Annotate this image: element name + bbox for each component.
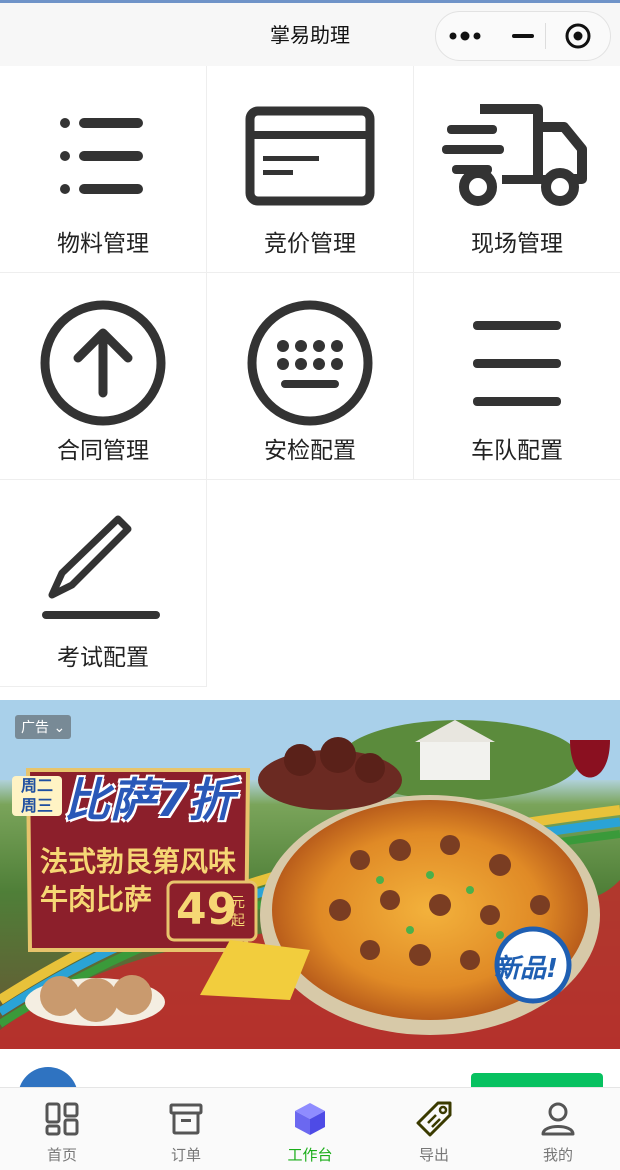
mini-program-capsule <box>435 11 611 61</box>
ad-new-badge: 新品! <box>494 954 558 984</box>
tab-home[interactable]: 首页 <box>0 1088 124 1170</box>
close-button[interactable] <box>546 12 610 60</box>
archive-box-icon <box>169 1103 203 1135</box>
target-icon <box>565 23 591 49</box>
arrow-up-circle-icon <box>40 300 166 426</box>
menu-icon <box>473 321 561 406</box>
keyboard-icon <box>247 300 373 426</box>
minimize-icon <box>511 34 534 38</box>
more-button[interactable] <box>436 12 545 60</box>
grid-item-label: 车队配置 <box>471 438 563 464</box>
grid-item-label: 物料管理 <box>57 231 149 257</box>
grid-item-label: 合同管理 <box>57 438 149 464</box>
tab-label: 我的 <box>542 1146 573 1164</box>
tab-label: 首页 <box>46 1146 77 1164</box>
ad-tag[interactable]: 广告 ⌄ <box>15 715 72 739</box>
tab-mine[interactable]: 我的 <box>496 1088 620 1170</box>
grid-item-bidding[interactable]: 竞价管理 <box>207 66 414 273</box>
more-dots-icon <box>449 31 480 41</box>
top-navigation-bar: 掌易助理 <box>0 0 620 66</box>
grid-item-label: 安检配置 <box>264 438 356 464</box>
promo-days: 周二 周三 <box>12 776 62 816</box>
tab-workbench[interactable]: 工作台 <box>248 1088 372 1170</box>
ad-headline: 比萨7折 <box>64 773 235 827</box>
user-icon <box>541 1102 575 1136</box>
card-icon <box>245 106 375 206</box>
list-icon <box>60 118 143 194</box>
grid-item-material[interactable]: 物料管理 <box>0 66 207 273</box>
ad-tag-label: 广告 <box>21 720 49 736</box>
grid-item-site[interactable]: 现场管理 <box>414 66 620 273</box>
home-grid-icon <box>45 1102 79 1136</box>
advertisement-banner[interactable]: 广告 ⌄ 周二 周三 比萨7折 法式勃艮第风味 牛肉比萨 49 元起 新品! <box>0 700 620 1049</box>
edit-pen-icon <box>42 515 160 619</box>
tab-orders[interactable]: 订单 <box>124 1088 248 1170</box>
ad-price-unit: 元起 <box>231 895 245 929</box>
grid-item-label: 现场管理 <box>471 231 563 257</box>
tab-label: 工作台 <box>287 1146 333 1164</box>
ad-product-line2: 牛肉比萨 <box>40 883 153 916</box>
ad-price: 49 <box>176 884 238 935</box>
tab-export[interactable]: 导出 <box>372 1088 496 1170</box>
tab-label: 订单 <box>170 1146 201 1164</box>
grid-item-fleet[interactable]: 车队配置 <box>414 273 620 480</box>
bottom-tab-bar: 首页 订单 工作台 导出 我的 <box>0 1087 620 1170</box>
truck-icon <box>442 104 587 206</box>
grid-item-label: 竞价管理 <box>264 231 356 257</box>
ad-product-line1: 法式勃艮第风味 <box>40 845 237 878</box>
grid-item-label: 考试配置 <box>57 645 149 671</box>
cube-icon <box>295 1103 325 1135</box>
tab-label: 导出 <box>418 1146 449 1164</box>
grid-item-contract[interactable]: 合同管理 <box>0 273 207 480</box>
tag-icon <box>416 1101 452 1137</box>
grid-item-exam[interactable]: 考试配置 <box>0 480 207 687</box>
grid-item-security-check[interactable]: 安检配置 <box>207 273 414 480</box>
sponsor-row <box>0 1049 620 1127</box>
